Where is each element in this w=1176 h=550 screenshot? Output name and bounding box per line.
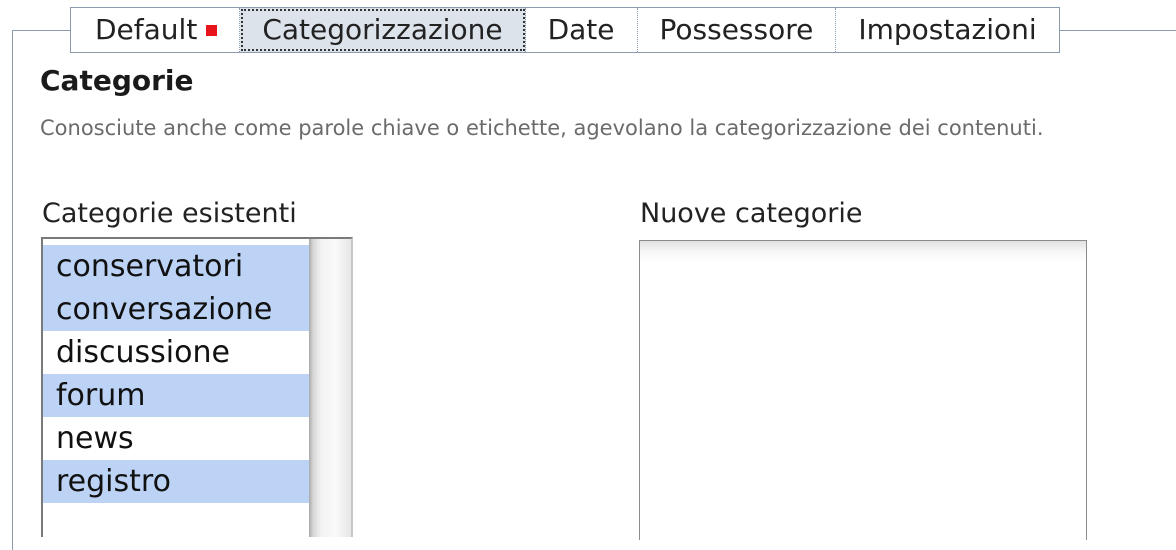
section-heading: Categorie: [40, 64, 194, 97]
tab-label: Default: [95, 13, 198, 46]
tab-default[interactable]: Default: [71, 8, 241, 52]
tab-categorizzazione[interactable]: Categorizzazione: [240, 8, 526, 52]
listbox-scrollbar[interactable]: [309, 239, 351, 537]
tab-date[interactable]: Date: [526, 8, 638, 52]
tab-label: Categorizzazione: [262, 13, 503, 46]
list-item[interactable]: conservatori: [43, 245, 309, 288]
error-marker-icon: [206, 24, 218, 36]
existing-categories-label: Categorie esistenti: [42, 198, 297, 229]
tab-label: Date: [547, 13, 615, 46]
new-categories-textarea[interactable]: [639, 240, 1087, 540]
list-item[interactable]: conversazione: [43, 288, 309, 331]
list-item[interactable]: registro: [43, 460, 309, 503]
new-categories-label: Nuove categorie: [640, 198, 863, 229]
existing-categories-list: conservatori conversazione discussione f…: [43, 239, 309, 503]
tab-bar: Default Categorizzazione Date Possessore…: [70, 7, 1060, 53]
section-description: Conosciute anche come parole chiave o et…: [40, 116, 1044, 140]
tab-label: Impostazioni: [858, 13, 1037, 46]
list-item[interactable]: forum: [43, 374, 309, 417]
tab-possessore[interactable]: Possessore: [638, 8, 837, 52]
list-item[interactable]: discussione: [43, 331, 309, 374]
tab-impostazioni[interactable]: Impostazioni: [836, 8, 1058, 52]
tab-label: Possessore: [659, 13, 814, 46]
existing-categories-listbox[interactable]: conservatori conversazione discussione f…: [41, 237, 353, 537]
list-item[interactable]: news: [43, 417, 309, 460]
